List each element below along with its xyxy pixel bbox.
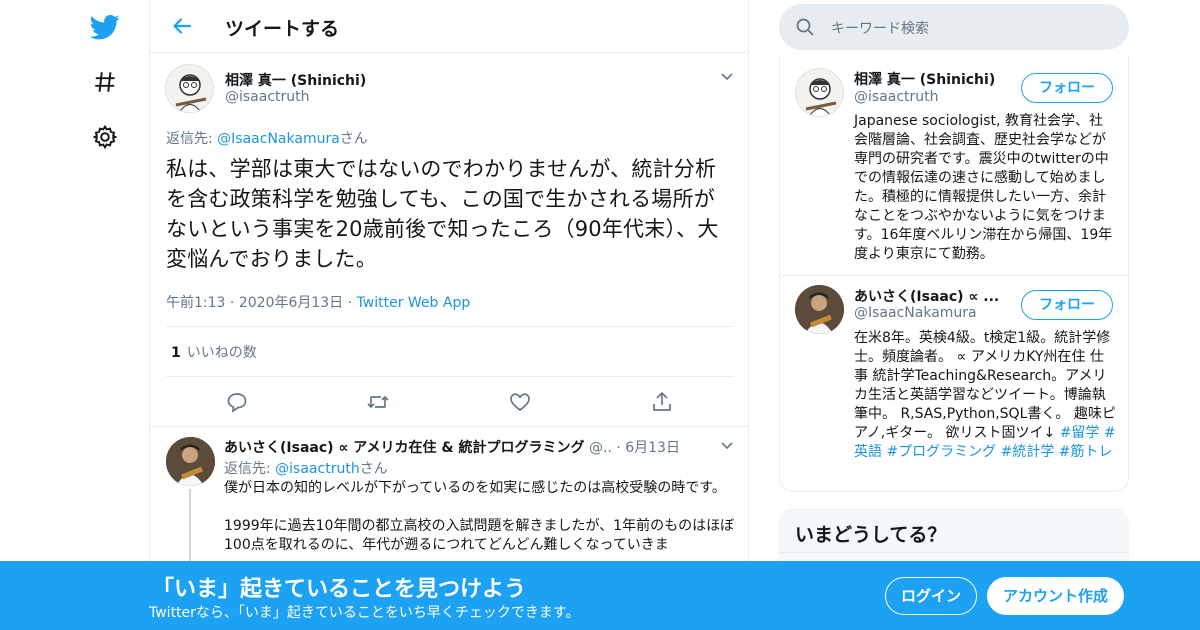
divider [780,275,1128,276]
author-handle[interactable]: @isaactruth [225,89,310,105]
profile-name[interactable]: あいさく(Isaac) ∝ ... [854,286,999,306]
share-icon[interactable] [650,390,674,414]
profile-handle[interactable]: @isaactruth [854,89,939,105]
left-nav [80,0,150,630]
likes-label: いいねの数 [186,345,257,361]
main-column: ツイートする 相澤 真一 (Shinichi) @isaactruth 返信先:… [149,0,749,630]
page-header: ツイートする [150,0,748,53]
profile-name[interactable]: 相澤 真一 (Shinichi) [854,69,995,89]
page-title: ツイートする [225,18,340,40]
banner-subtitle: Twitterなら、「いま」起きていることをいち早くチェックできます。 [149,605,580,621]
author-name[interactable]: 相澤 真一 (Shinichi) [225,70,366,90]
avatar[interactable] [166,437,215,486]
reply-mention[interactable]: @isaactruth [275,461,360,477]
reply-context: 返信先: @IsaacNakamuraさん [166,128,368,148]
profile-bio: Japanese sociologist, 教育社会学、社会階層論、社会調査、歴… [854,113,1113,262]
reply-author-handle[interactable]: @.. [589,440,612,456]
reply-prefix: 返信先: [224,461,276,477]
reply-suffix: さん [339,131,368,147]
reply-prefix: 返信先: [166,131,218,147]
reply-context: 返信先: @isaactruthさん [224,458,388,478]
avatar[interactable] [165,64,214,113]
tweet-text: 私は、学部は東大ではないのでわかりませんが、統計分析を含む政策科学を勉強しても、… [166,157,719,271]
tweet-source[interactable]: Twitter Web App [357,295,471,311]
hashtag-icon[interactable] [90,67,120,97]
likes-number: 1 [171,345,181,361]
profile-handle[interactable]: @IsaacNakamura [854,305,977,321]
search-input[interactable]: キーワード検索 [779,4,1129,50]
retweet-icon[interactable] [366,390,390,414]
reply-date[interactable]: 6月13日 [625,440,680,456]
meta-dot: · [347,295,353,311]
reply-paragraph: 1999年に過去10年間の都立高校の入試問題を解きましたが、1年前のものはほぼ1… [224,518,735,553]
login-button[interactable]: ログイン [885,577,977,615]
chevron-down-icon[interactable] [719,68,735,88]
divider [779,552,1129,553]
reply-paragraph: 僕が日本の知的レベルが下がっているのを如実に感じたのは高校受験の時です。 [224,480,726,496]
back-arrow-icon[interactable] [170,14,194,38]
tweet-meta: 午前1:13 · 2020年6月13日 · Twitter Web App [166,292,470,312]
twitter-bird-icon[interactable] [90,12,120,42]
banner-title: 「いま」起きていることを見つけよう [152,577,527,602]
follow-button[interactable]: フォロー [1021,73,1113,103]
tweet-date[interactable]: 2020年6月13日 [239,295,343,311]
trends-title: いまどうしてる？ [795,524,947,546]
reply-author-name[interactable]: あいさく(Isaac) ∝ アメリカ在住 & 統計プログラミング [224,440,585,456]
divider [166,376,734,377]
avatar[interactable] [795,68,844,117]
reply-mention[interactable]: @IsaacNakamura [217,131,340,147]
meta-dot: · [229,295,235,311]
reply-header: あいさく(Isaac) ∝ アメリカ在住 & 統計プログラミング @.. · 6… [224,437,704,457]
gear-icon[interactable] [90,122,120,152]
profile-card: 相澤 真一 (Shinichi) @isaactruth フォロー Japane… [779,57,1129,492]
search-placeholder: キーワード検索 [831,21,929,37]
reply-text: 僕が日本の知的レベルが下がっているのを如実に感じたのは高校受験の時です。 199… [224,479,739,555]
follow-button[interactable]: フォロー [1021,290,1113,320]
signup-banner: 「いま」起きていることを見つけよう Twitterなら、「いま」起きていることを… [0,561,1200,630]
profile-bio: 在米8年。英検4級。t検定1級。統計学修士。頻度論者。 ∝ アメリカKY州在住 … [854,329,1116,462]
heart-icon[interactable] [508,390,532,414]
divider [166,326,734,327]
likes-count[interactable]: 1 いいねの数 [171,342,257,362]
signup-button[interactable]: アカウント作成 [987,577,1124,615]
avatar[interactable] [795,285,844,334]
reply-icon[interactable] [225,390,249,414]
reply-suffix: さん [359,461,388,477]
meta-dot: · [616,440,621,456]
tweet-time[interactable]: 午前1:13 [166,295,225,311]
chevron-down-icon[interactable] [719,437,735,457]
search-icon [795,17,815,41]
